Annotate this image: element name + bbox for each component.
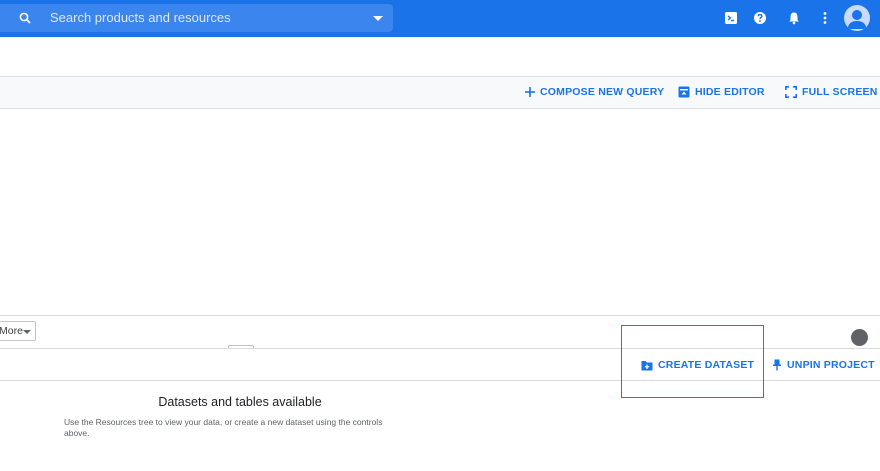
query-editor[interactable]: [0, 109, 880, 315]
pin-icon: [773, 359, 781, 371]
full-screen-label: FULL SCREEN: [802, 86, 878, 98]
search-box[interactable]: Search products and resources: [0, 4, 393, 32]
compose-new-query-button[interactable]: COMPOSE NEW QUERY: [525, 86, 664, 98]
account-avatar-icon[interactable]: [844, 5, 870, 31]
unpin-project-button[interactable]: UNPIN PROJECT: [772, 359, 875, 371]
full-screen-button[interactable]: FULL SCREEN: [785, 86, 878, 98]
top-app-bar: Search products and resources: [0, 0, 880, 37]
hide-editor-icon: [678, 86, 690, 98]
empty-state-title: Datasets and tables available: [158, 395, 322, 409]
more-dropdown-arrow-icon: [23, 330, 31, 334]
more-vert-icon[interactable]: [817, 10, 833, 26]
editor-toolbar: COMPOSE NEW QUERY HIDE EDITOR FULL SCREE…: [0, 76, 880, 109]
empty-state-description: Use the Resources tree to view your data…: [64, 417, 383, 438]
fullscreen-icon: [785, 86, 797, 98]
notifications-icon[interactable]: [786, 10, 802, 26]
search-input[interactable]: Search products and resources: [50, 10, 231, 25]
unpin-project-label: UNPIN PROJECT: [787, 359, 875, 371]
status-indicator-icon: [851, 329, 868, 346]
hide-editor-label: HIDE EDITOR: [695, 86, 765, 98]
avatar-person-icon: [847, 10, 867, 29]
compose-new-query-label: COMPOSE NEW QUERY: [540, 86, 665, 98]
highlight-box: [621, 325, 764, 398]
help-icon[interactable]: [752, 10, 768, 26]
page-header-area: [0, 37, 880, 76]
more-dropdown-button[interactable]: More: [0, 321, 36, 341]
more-label: More: [0, 325, 23, 337]
cloud-shell-icon[interactable]: [723, 10, 739, 26]
search-dropdown-arrow-icon[interactable]: [373, 16, 383, 21]
search-icon: [19, 12, 31, 24]
plus-icon: [525, 87, 535, 97]
hide-editor-button[interactable]: HIDE EDITOR: [678, 86, 765, 98]
